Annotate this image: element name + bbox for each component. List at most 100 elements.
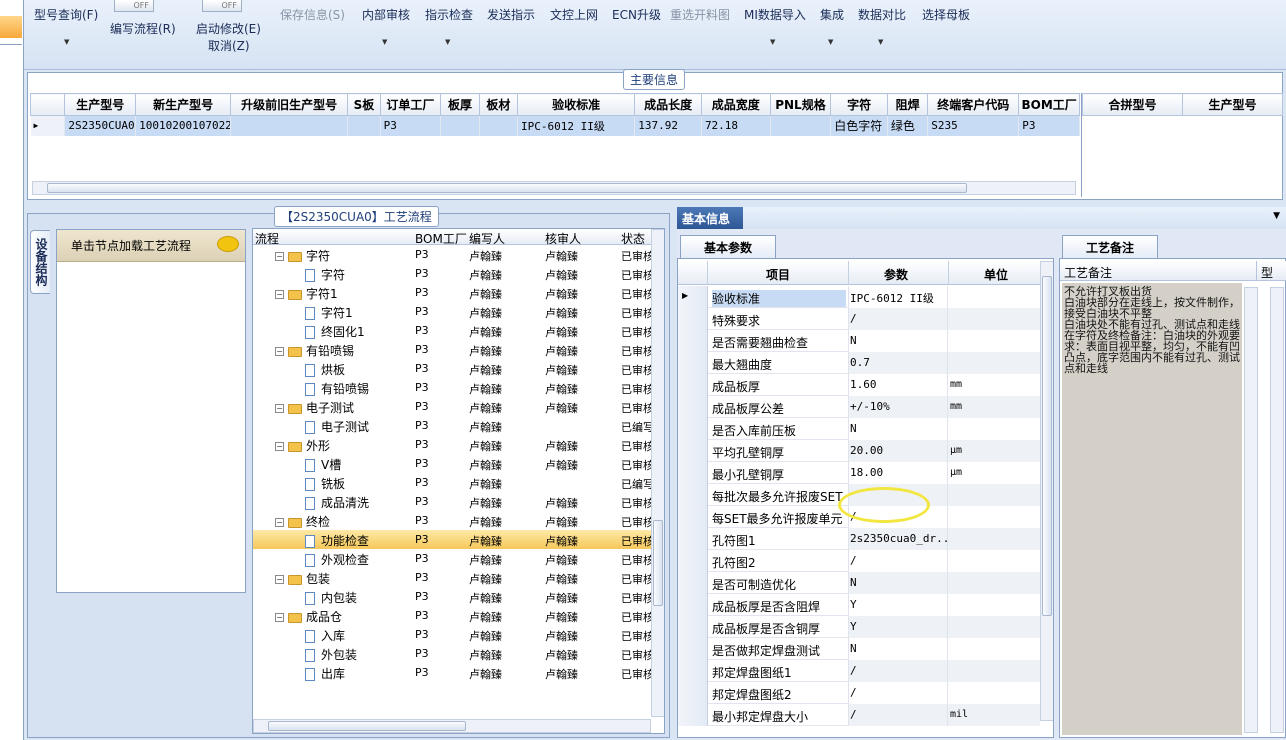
tree-node[interactable]: 电子测试 — [305, 418, 369, 435]
tree-node[interactable]: V槽 — [305, 456, 341, 473]
column-header[interactable]: BOM工厂 — [1018, 93, 1080, 116]
column-header[interactable]: 生产型号 — [1182, 93, 1283, 116]
column-header[interactable]: 合拼型号 — [1082, 93, 1183, 116]
param-row[interactable]: 是否入库前压板 N — [678, 418, 1040, 440]
table-cell[interactable]: 绿色 — [887, 115, 929, 136]
collapse-icon[interactable]: − — [275, 613, 284, 622]
collapse-icon[interactable]: − — [275, 575, 284, 584]
column-header[interactable]: PNL规格 — [769, 93, 832, 116]
param-row[interactable]: 成品板厚是否含铜厚 Y — [678, 616, 1040, 638]
tree-row[interactable]: 电子测试 P3 卢翰臻 已编写 — [253, 416, 654, 435]
tree-node[interactable]: 字符1 — [305, 304, 353, 321]
process-notes-tab[interactable]: 工艺备注 — [1062, 235, 1158, 258]
unit-cell[interactable] — [948, 506, 1040, 528]
param-row[interactable]: 是否可制造优化 N — [678, 572, 1040, 594]
tree-node[interactable]: 入库 — [305, 627, 345, 644]
param-row[interactable]: 孔符图2 / — [678, 550, 1040, 572]
param-row[interactable]: 平均孔壁铜厚 20.00 μm — [678, 440, 1040, 462]
side-vscrollbar[interactable] — [1270, 287, 1284, 733]
tree-row[interactable]: 出库 P3 卢翰臻 卢翰臻 已审核 — [253, 663, 654, 682]
start-modify-switch[interactable]: OFF — [202, 0, 242, 12]
ecn-upgrade-button[interactable]: ECN升级 — [612, 6, 661, 23]
column-header[interactable]: 生产型号 — [64, 93, 137, 116]
column-header[interactable]: 终端客户代码 — [927, 93, 1020, 116]
tree-node[interactable]: − 电子测试 — [275, 399, 354, 416]
table-cell[interactable] — [479, 115, 519, 136]
row-indicator[interactable] — [678, 352, 708, 374]
tree-row[interactable]: 入库 P3 卢翰臻 卢翰臻 已审核 — [253, 625, 654, 644]
param-row[interactable]: ▶ 验收标准 IPC-6012 II级 — [678, 286, 1040, 308]
tree-row[interactable]: 有铅喷锡 P3 卢翰臻 卢翰臻 已审核 — [253, 378, 654, 397]
tree-row[interactable]: 字符 P3 卢翰臻 卢翰臻 已审核 — [253, 264, 654, 283]
unit-cell[interactable] — [948, 330, 1040, 352]
column-header[interactable]: 升级前旧生产型号 — [230, 93, 349, 116]
column-header[interactable]: 单位 — [984, 266, 1008, 283]
collapse-icon[interactable]: − — [275, 518, 284, 527]
basic-params-tab[interactable]: 基本参数 — [680, 235, 776, 258]
row-indicator[interactable] — [678, 418, 708, 440]
table-cell[interactable]: P3 — [1018, 115, 1080, 136]
tree-node[interactable]: 外包装 — [305, 646, 357, 663]
unit-cell[interactable] — [948, 418, 1040, 440]
tree-row[interactable]: − 成品仓 P3 卢翰臻 卢翰臻 已审核 — [253, 606, 654, 625]
tree-row[interactable]: 终固化1 P3 卢翰臻 卢翰臻 已审核 — [253, 321, 654, 340]
collapse-icon[interactable]: − — [275, 252, 284, 261]
tree-row[interactable]: 铣板 P3 卢翰臻 已编写 — [253, 473, 654, 492]
save-info-button[interactable]: 保存信息(S) — [280, 6, 345, 23]
row-indicator[interactable] — [678, 506, 708, 528]
column-header[interactable]: 成品宽度 — [700, 93, 771, 116]
edit-flow-button[interactable]: 编写流程(R) — [110, 20, 176, 37]
table-cell[interactable] — [770, 115, 832, 136]
column-header[interactable]: 成品长度 — [634, 93, 702, 116]
tree-row[interactable]: − 有铅喷锡 P3 卢翰臻 卢翰臻 已审核 — [253, 340, 654, 359]
tree-row[interactable]: 功能检查 P3 卢翰臻 卢翰臻 已审核 — [253, 530, 654, 549]
tree-row[interactable]: − 外形 P3 卢翰臻 卢翰臻 已审核 — [253, 435, 654, 454]
table-row[interactable]: ▶ 2S2350CUA0 10010200107022 P3 IPC-6012 … — [30, 115, 1080, 136]
tree-row[interactable]: − 字符1 P3 卢翰臻 卢翰臻 已审核 — [253, 283, 654, 302]
collapse-icon[interactable]: − — [275, 442, 284, 451]
row-indicator[interactable] — [678, 660, 708, 682]
cancel-button[interactable]: 取消(Z) — [208, 37, 250, 54]
unit-cell[interactable] — [948, 594, 1040, 616]
tree-node[interactable]: 外观检查 — [305, 551, 369, 568]
param-row[interactable]: 邦定焊盘图纸2 / — [678, 682, 1040, 704]
table-cell[interactable]: 10010200107022 — [135, 115, 232, 136]
equipment-structure-tab[interactable]: 设备结构 — [30, 230, 50, 294]
table-cell[interactable]: 137.92 — [634, 115, 702, 136]
data-compare-button[interactable]: 数据对比 ▼ — [858, 6, 906, 46]
tree-row[interactable]: − 字符 P3 卢翰臻 卢翰臻 已审核 — [253, 245, 654, 264]
main-info-hscrollbar[interactable] — [32, 181, 1076, 195]
table-cell[interactable]: 2S2350CUA0 — [64, 115, 137, 136]
tree-row[interactable]: 成品清洗 P3 卢翰臻 卢翰臻 已审核 — [253, 492, 654, 511]
param-row[interactable]: 是否需要翘曲检查 N — [678, 330, 1040, 352]
unit-cell[interactable] — [948, 550, 1040, 572]
tree-node[interactable]: 出库 — [305, 665, 345, 682]
send-instruction-button[interactable]: 发送指示 — [487, 6, 535, 23]
unit-cell[interactable] — [948, 572, 1040, 594]
tree-node[interactable]: 功能检查 — [305, 532, 369, 549]
tree-node[interactable]: 铣板 — [305, 475, 345, 492]
param-row[interactable]: 成品板厚是否含阻焊 Y — [678, 594, 1040, 616]
tree-row[interactable]: 外观检查 P3 卢翰臻 卢翰臻 已审核 — [253, 549, 654, 568]
tree-node[interactable]: 烘板 — [305, 361, 345, 378]
instruction-check-button[interactable]: 指示检查 ▼ — [425, 6, 473, 46]
model-query-button[interactable]: 型号查询(F) ▼ — [34, 6, 98, 46]
param-row[interactable]: 最小孔壁铜厚 18.00 μm — [678, 462, 1040, 484]
row-indicator[interactable] — [678, 374, 708, 396]
row-indicator[interactable] — [678, 484, 708, 506]
row-indicator[interactable] — [678, 594, 708, 616]
row-indicator[interactable] — [678, 308, 708, 330]
column-header[interactable]: S板 — [347, 93, 381, 116]
param-row[interactable]: 孔符图1 2s2350cua0_dr... — [678, 528, 1040, 550]
tree-node[interactable]: 终固化1 — [305, 323, 365, 340]
param-row[interactable]: 最小邦定焊盘大小 / mil — [678, 704, 1040, 726]
unit-cell[interactable] — [948, 616, 1040, 638]
tree-node[interactable]: 成品清洗 — [305, 494, 369, 511]
column-header[interactable]: 新生产型号 — [135, 93, 232, 116]
tree-row[interactable]: 烘板 P3 卢翰臻 卢翰臻 已审核 — [253, 359, 654, 378]
chevron-down-icon[interactable]: ▼ — [1273, 211, 1280, 221]
tree-node[interactable]: − 字符 — [275, 247, 330, 264]
param-row[interactable]: 成品板厚公差 +/-10% mm — [678, 396, 1040, 418]
tree-node[interactable]: − 包装 — [275, 570, 330, 587]
column-header[interactable]: 参数 — [884, 266, 908, 283]
